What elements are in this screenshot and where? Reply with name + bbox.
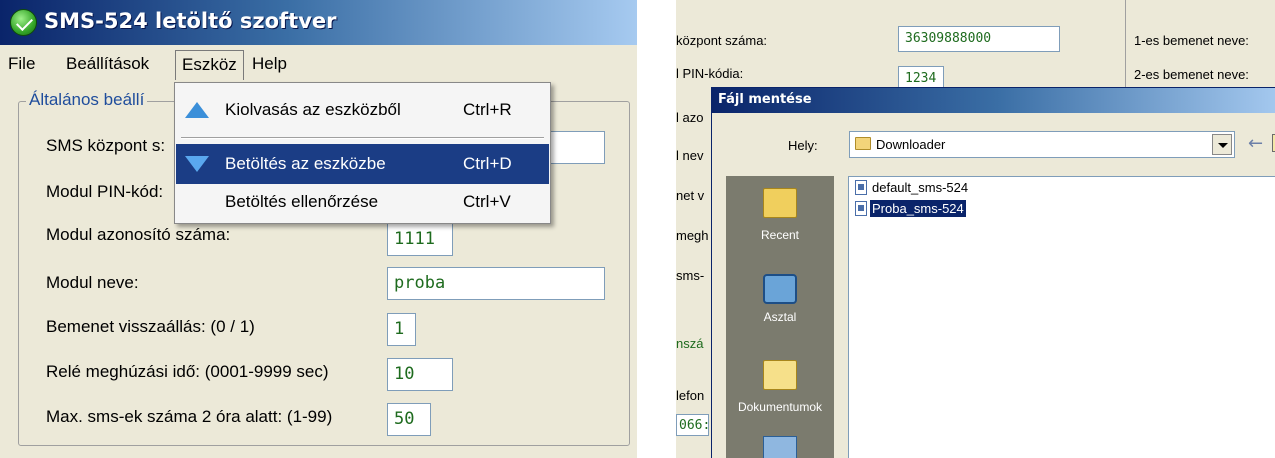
menu-bar: File Beállítások Eszköz Help: [0, 45, 637, 83]
menu-item-shortcut: Ctrl+V: [463, 192, 511, 211]
field-label-max-sms: Max. sms-ek száma 2 óra alatt: (1-99): [46, 407, 333, 426]
menu-item-label: Betöltés az eszközbe: [225, 154, 386, 173]
app-icon: [10, 9, 37, 36]
bg-phone-input: 066:: [676, 414, 709, 436]
place-documents[interactable]: Dokumentumok: [726, 360, 834, 414]
menu-item-label: Kiolvasás az eszközből: [225, 100, 401, 119]
place-label: Dokumentumok: [737, 400, 823, 414]
menu-separator: [181, 137, 544, 139]
location-value: Downloader: [876, 137, 946, 152]
title-bar: SMS-524 letöltő szoftver: [0, 0, 637, 45]
location-combobox[interactable]: Downloader: [849, 131, 1235, 158]
bg-divider: [1125, 0, 1126, 92]
menu-beallitasok[interactable]: Beállítások: [60, 50, 155, 80]
max-sms-input[interactable]: 50: [387, 403, 431, 436]
bg-label-id: l azo: [676, 110, 704, 125]
desktop-icon: [763, 274, 797, 304]
menu-item-shortcut: Ctrl+D: [463, 154, 512, 173]
bg-center-number-input: 36309888000: [898, 26, 1060, 52]
documents-folder-icon: [763, 360, 797, 390]
place-label: Asztal: [763, 310, 797, 324]
module-name-input[interactable]: proba: [387, 267, 605, 300]
group-title: Általános beállí: [26, 90, 148, 110]
field-label-relay-time: Relé meghúzási idő: (0001-9999 sec): [46, 362, 329, 381]
places-bar: Recent Asztal Dokumentumok: [726, 176, 834, 458]
location-label: Hely:: [788, 138, 818, 153]
field-label-module-id: Modul azonosító száma:: [46, 225, 231, 244]
bg-label-input1: 1-es bemenet neve:: [1134, 33, 1249, 48]
window-title: SMS-524 letöltő szoftver: [44, 9, 337, 33]
menu-file[interactable]: File: [2, 50, 41, 80]
bg-label-relay: megh: [676, 228, 709, 243]
bg-label-reset: net v: [676, 188, 705, 203]
file-icon: [855, 180, 867, 195]
folder-icon: [855, 137, 871, 150]
file-icon: [855, 201, 867, 216]
bg-label-number: nszá: [676, 336, 704, 351]
dialog-title: Fájl mentése: [718, 92, 812, 107]
file-list: default_sms-524 Proba_sms-524: [848, 176, 1275, 458]
menu-item-shortcut: Ctrl+R: [463, 100, 512, 119]
field-label-input-reset: Bemenet visszaállás: (0 / 1): [46, 317, 255, 336]
bg-label-pin: l PIN-kódia:: [676, 66, 744, 81]
file-name: Proba_sms-524: [870, 200, 966, 217]
arrow-up-icon: [185, 102, 209, 118]
list-item[interactable]: Proba_sms-524: [855, 200, 966, 221]
save-dialog-screenshot: központ száma: 36309888000 l PIN-kódia: …: [676, 0, 1275, 458]
field-label-pin: Modul PIN-kód:: [46, 182, 164, 201]
computer-icon: [763, 436, 797, 458]
place-desktop[interactable]: Asztal: [726, 274, 834, 324]
file-name: default_sms-524: [872, 180, 969, 195]
bg-label-sms: sms-: [676, 268, 705, 283]
eszkoz-dropdown-menu: Kiolvasás az eszközből Ctrl+R Betöltés a…: [174, 82, 551, 224]
menu-item-read-from-device[interactable]: Kiolvasás az eszközből Ctrl+R: [176, 90, 549, 130]
bg-label-phone: lefon: [676, 388, 705, 403]
field-label-sms-center: SMS központ s:: [46, 136, 166, 155]
bg-label-center-number: központ száma:: [676, 33, 768, 48]
menu-item-load-to-device[interactable]: Betöltés az eszközbe Ctrl+D: [176, 144, 549, 184]
menu-help[interactable]: Help: [246, 50, 293, 80]
list-item[interactable]: default_sms-524: [855, 180, 970, 200]
place-label: Recent: [760, 228, 800, 242]
app-window: SMS-524 letöltő szoftver File Beállításo…: [0, 0, 637, 458]
menu-item-verify-load[interactable]: Betöltés ellenőrzése Ctrl+V: [176, 182, 549, 222]
menu-item-label: Betöltés ellenőrzése: [225, 192, 379, 211]
dialog-title-bar: Fájl mentése: [712, 88, 1275, 113]
back-arrow-icon[interactable]: ←: [1248, 133, 1263, 154]
field-label-module-name: Modul neve:: [46, 273, 139, 292]
bg-label-input2: 2-es bemenet neve:: [1134, 67, 1249, 82]
place-my-computer[interactable]: [726, 436, 834, 458]
module-id-input[interactable]: 1111: [387, 223, 453, 256]
relay-time-input[interactable]: 10: [387, 358, 453, 391]
menu-eszkoz[interactable]: Eszköz: [175, 50, 244, 80]
bg-label-name: l nev: [676, 148, 704, 163]
bg-pin-input: 1234: [898, 66, 944, 88]
arrow-down-icon: [185, 156, 209, 172]
place-recent[interactable]: Recent: [726, 188, 834, 242]
dropdown-arrow-icon[interactable]: [1212, 134, 1232, 155]
input-reset-input[interactable]: 1: [387, 313, 416, 346]
file-save-dialog: Fájl mentése Hely: Downloader ← Recent A…: [711, 87, 1275, 458]
recent-folder-icon: [763, 188, 797, 218]
